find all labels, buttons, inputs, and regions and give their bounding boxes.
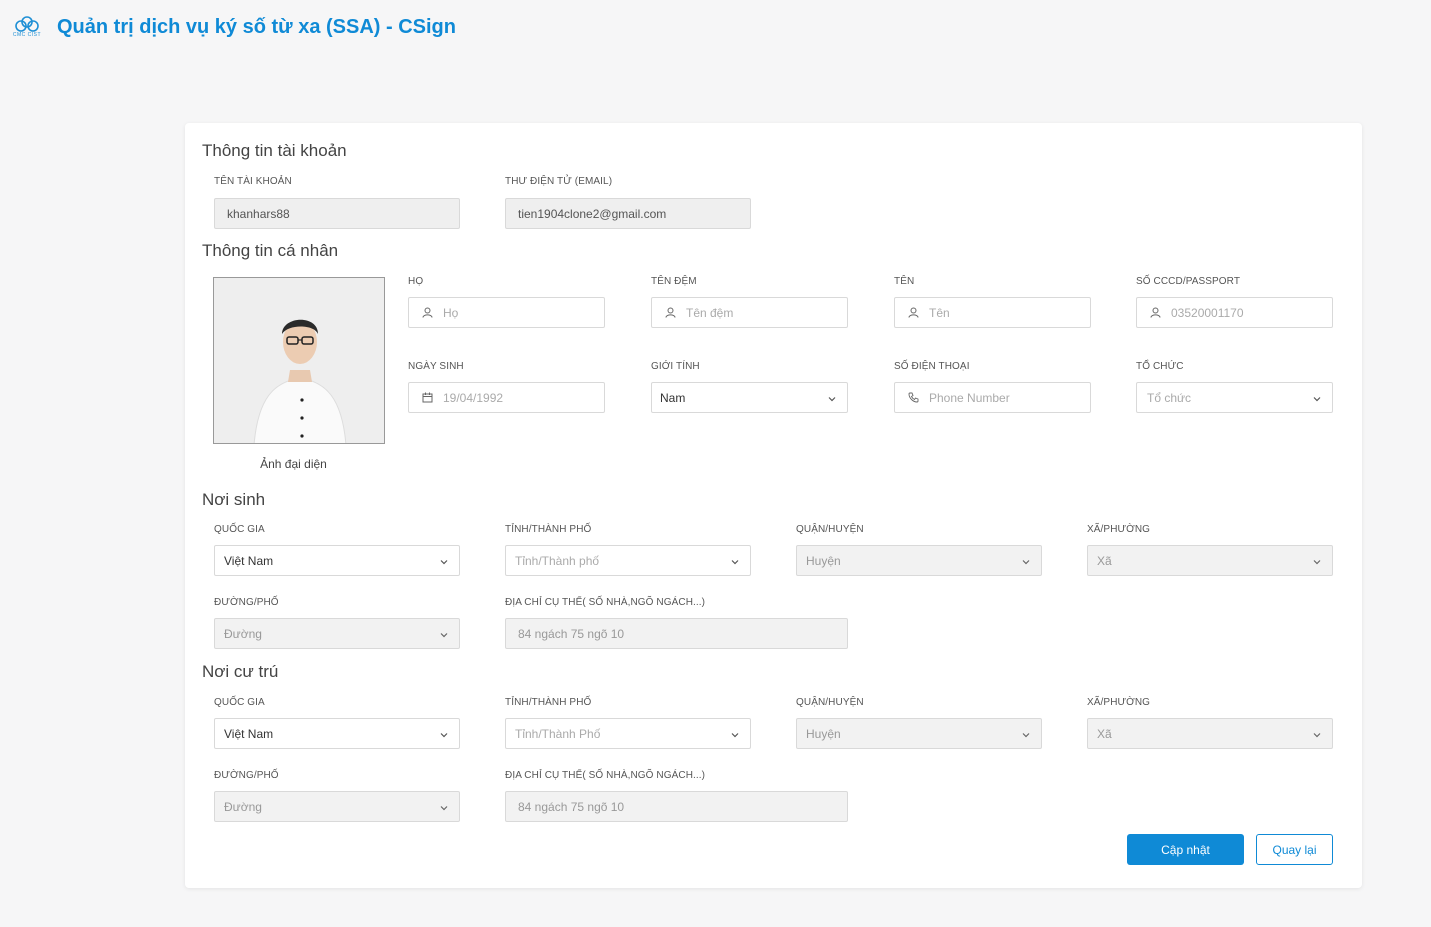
res-province-select[interactable]: Tỉnh/Thành Phố — [505, 718, 751, 749]
update-button[interactable]: Cập nhật — [1127, 834, 1244, 865]
res-address-field[interactable]: 84 ngách 75 ngõ 10 — [505, 791, 848, 822]
ho-input[interactable]: Họ — [408, 297, 605, 328]
section-title-account: Thông tin tài khoản — [202, 141, 347, 160]
ten-input[interactable]: Tên — [894, 297, 1091, 328]
chevron-down-icon — [1021, 556, 1031, 566]
user-icon — [421, 307, 433, 319]
user-icon — [907, 307, 919, 319]
res-country-label: QUỐC GIA — [214, 697, 265, 708]
birth-country-select[interactable]: Việt Nam — [214, 545, 460, 576]
cccd-label: SỐ CCCD/PASSPORT — [1136, 276, 1241, 287]
dob-input[interactable]: 19/04/1992 — [408, 382, 605, 413]
birth-district-label: QUẬN/HUYỆN — [796, 524, 864, 535]
section-title-birthplace: Nơi sinh — [202, 490, 266, 509]
username-field[interactable]: khanhars88 — [214, 198, 460, 229]
section-title-residence: Nơi cư trú — [202, 662, 279, 681]
avatar-image[interactable] — [213, 277, 385, 444]
ho-label: HỌ — [408, 276, 424, 287]
dob-label: NGÀY SINH — [408, 361, 464, 372]
birth-address-label: ĐỊA CHỈ CỤ THỂ( SỐ NHÀ,NGÕ NGÁCH...) — [505, 597, 706, 608]
org-select[interactable]: Tổ chức — [1136, 382, 1333, 413]
chevron-down-icon — [1312, 556, 1322, 566]
logo-text: CMC CIST — [12, 32, 42, 38]
res-street-label: ĐƯỜNG/PHỐ — [214, 770, 279, 781]
user-icon — [1149, 307, 1161, 319]
top-bar: CMC CIST Quản trị dịch vụ ký số từ xa (S… — [0, 0, 1431, 58]
tendem-label: TÊN ĐỆM — [651, 276, 697, 287]
chevron-down-icon — [439, 729, 449, 739]
chevron-down-icon — [730, 729, 740, 739]
profile-form-card: Thông tin tài khoản TÊN TÀI KHOẢN khanha… — [185, 123, 1362, 888]
chevron-down-icon — [439, 802, 449, 812]
birth-ward-label: XÃ/PHƯỜNG — [1087, 524, 1151, 535]
app-title: Quản trị dịch vụ ký số từ xa (SSA) - CSi… — [57, 16, 456, 38]
res-province-label: TỈNH/THÀNH PHỐ — [505, 697, 592, 708]
chevron-down-icon — [1312, 729, 1322, 739]
birth-district-select[interactable]: Huyện — [796, 545, 1042, 576]
res-ward-label: XÃ/PHƯỜNG — [1087, 697, 1151, 708]
chevron-down-icon — [827, 393, 837, 403]
res-district-label: QUẬN/HUYỆN — [796, 697, 864, 708]
username-label: TÊN TÀI KHOẢN — [214, 176, 292, 187]
gender-label: GIỚI TÍNH — [651, 361, 700, 372]
gender-select[interactable]: Nam — [651, 382, 848, 413]
birth-ward-select[interactable]: Xã — [1087, 545, 1333, 576]
birth-street-label: ĐƯỜNG/PHỐ — [214, 597, 279, 608]
back-button[interactable]: Quay lại — [1256, 834, 1333, 865]
chevron-down-icon — [1312, 393, 1322, 403]
birth-street-select[interactable]: Đường — [214, 618, 460, 649]
res-street-select[interactable]: Đường — [214, 791, 460, 822]
org-label: TỔ CHỨC — [1136, 361, 1184, 372]
res-address-label: ĐỊA CHỈ CỤ THỂ( SỐ NHÀ,NGÕ NGÁCH...) — [505, 770, 706, 781]
phone-input[interactable]: Phone Number — [894, 382, 1091, 413]
email-label: THƯ ĐIỆN TỬ (EMAIL) — [505, 176, 613, 187]
chevron-down-icon — [439, 629, 449, 639]
avatar-caption: Ảnh đại diện — [260, 457, 327, 471]
phone-label: SỐ ĐIỆN THOẠI — [894, 361, 970, 372]
email-field[interactable]: tien1904clone2@gmail.com — [505, 198, 751, 229]
chevron-down-icon — [439, 556, 449, 566]
calendar-icon — [421, 392, 433, 404]
ten-label: TÊN — [894, 276, 915, 287]
birth-province-select[interactable]: Tỉnh/Thành phố — [505, 545, 751, 576]
section-title-personal: Thông tin cá nhân — [202, 241, 339, 260]
phone-icon — [907, 392, 919, 404]
birth-address-field[interactable]: 84 ngách 75 ngõ 10 — [505, 618, 848, 649]
chevron-down-icon — [730, 556, 740, 566]
tendem-input[interactable]: Tên đệm — [651, 297, 848, 328]
chevron-down-icon — [1021, 729, 1031, 739]
res-ward-select[interactable]: Xã — [1087, 718, 1333, 749]
res-country-select[interactable]: Việt Nam — [214, 718, 460, 749]
cccd-input[interactable]: 03520001170 — [1136, 297, 1333, 328]
birth-province-label: TỈNH/THÀNH PHỐ — [505, 524, 592, 535]
user-icon — [664, 307, 676, 319]
birth-country-label: QUỐC GIA — [214, 524, 265, 535]
res-district-select[interactable]: Huyện — [796, 718, 1042, 749]
